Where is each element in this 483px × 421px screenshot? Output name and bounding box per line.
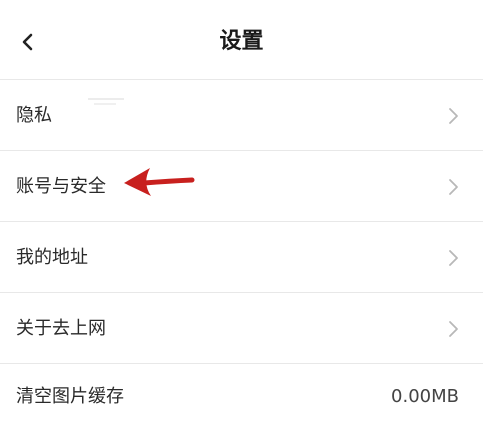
page-title: 设置: [219, 29, 264, 54]
settings-item-account-security[interactable]: 账号与安全: [0, 152, 483, 222]
chevron-right-icon: [449, 108, 458, 124]
settings-item-clear-image-cache[interactable]: 清空图片缓存 0.00MB: [0, 365, 483, 421]
settings-item-label: 关于去上网: [16, 318, 106, 339]
chevron-right-icon: [449, 250, 458, 266]
header-bar: 设置: [0, 0, 483, 80]
settings-item-my-address[interactable]: 我的地址: [0, 223, 483, 293]
settings-item-label: 账号与安全: [16, 176, 106, 197]
settings-item-label: 清空图片缓存: [16, 386, 124, 407]
settings-screen: 设置 隐私 账号与安全 我的地址 关于去上网 清空图片缓存 0.00MB: [0, 0, 483, 421]
chevron-right-icon: [449, 321, 458, 337]
settings-item-about[interactable]: 关于去上网: [0, 294, 483, 364]
settings-item-label: 我的地址: [16, 247, 88, 268]
chevron-right-icon: [449, 179, 458, 195]
settings-item-privacy[interactable]: 隐私: [0, 81, 483, 151]
cache-size-value: 0.00MB: [391, 386, 459, 407]
settings-item-label: 隐私: [16, 105, 52, 126]
